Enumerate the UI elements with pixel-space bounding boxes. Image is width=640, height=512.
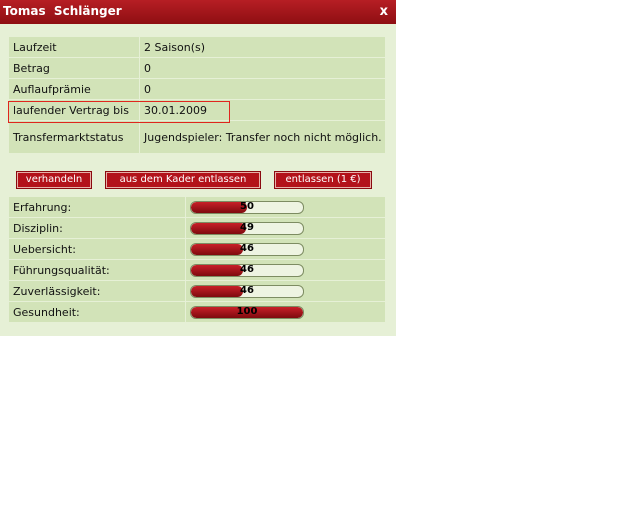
skill-bar: 49 <box>190 221 304 235</box>
contract-table: Laufzeit 2 Saison(s) Betrag 0 Auflaufprä… <box>8 36 386 154</box>
table-row: Transfermarktstatus Jugendspieler: Trans… <box>8 120 386 154</box>
table-row: Auflaufprämie 0 <box>8 78 386 100</box>
contract-label: Betrag <box>8 57 140 79</box>
skill-value: 46 <box>240 284 254 296</box>
skill-value: 100 <box>236 305 258 317</box>
table-row: Uebersicht: 46 <box>8 238 386 260</box>
dismiss-button[interactable]: entlassen (1 €) <box>274 171 372 189</box>
contract-value: 0 <box>139 57 386 79</box>
table-row: laufender Vertrag bis 30.01.2009 <box>8 99 386 121</box>
skill-value: 46 <box>240 263 254 275</box>
release-from-squad-button[interactable]: aus dem Kader entlassen <box>105 171 261 189</box>
table-row: Zuverlässigkeit: 46 <box>8 280 386 302</box>
title-bar: Tomas Schlänger x <box>0 0 396 24</box>
negotiate-button[interactable]: verhandeln <box>16 171 92 189</box>
skill-label: Uebersicht: <box>8 238 186 260</box>
contract-value: 2 Saison(s) <box>139 36 386 58</box>
skill-label: Erfahrung: <box>8 196 186 218</box>
table-row: Disziplin: 49 <box>8 217 386 239</box>
player-name-title: Tomas Schlänger <box>3 4 122 18</box>
contract-label: laufender Vertrag bis <box>8 99 140 121</box>
contract-label: Transfermarktstatus <box>8 120 140 154</box>
skill-label: Gesundheit: <box>8 301 186 323</box>
contract-value: 0 <box>139 78 386 100</box>
table-row: Erfahrung: 50 <box>8 196 386 218</box>
contract-label: Laufzeit <box>8 36 140 58</box>
skill-bar: 46 <box>190 242 304 256</box>
skill-label: Disziplin: <box>8 217 186 239</box>
skill-value: 49 <box>240 221 254 233</box>
skill-cell: 100 <box>185 301 386 323</box>
skill-cell: 50 <box>185 196 386 218</box>
skill-bar: 46 <box>190 284 304 298</box>
skill-cell: 46 <box>185 280 386 302</box>
skills-table: Erfahrung: 50 Disziplin: 49 Uebersicht: <box>8 196 386 323</box>
contract-value: 30.01.2009 <box>139 99 386 121</box>
close-icon[interactable]: x <box>380 4 388 20</box>
table-row: Laufzeit 2 Saison(s) <box>8 36 386 58</box>
skill-bar: 100 <box>190 305 304 319</box>
table-row: Führungsqualität: 46 <box>8 259 386 281</box>
skill-bar: 50 <box>190 200 304 214</box>
contract-label: Auflaufprämie <box>8 78 140 100</box>
skill-label: Zuverlässigkeit: <box>8 280 186 302</box>
skill-cell: 46 <box>185 259 386 281</box>
skill-cell: 49 <box>185 217 386 239</box>
table-row: Gesundheit: 100 <box>8 301 386 323</box>
player-contract-panel: Tomas Schlänger x Laufzeit 2 Saison(s) B… <box>0 0 396 336</box>
contract-value: Jugendspieler: Transfer noch nicht mögli… <box>139 120 386 154</box>
skill-cell: 46 <box>185 238 386 260</box>
skill-bar: 46 <box>190 263 304 277</box>
skill-value: 50 <box>240 200 254 212</box>
skill-label: Führungsqualität: <box>8 259 186 281</box>
table-row: Betrag 0 <box>8 57 386 79</box>
skill-value: 46 <box>240 242 254 254</box>
